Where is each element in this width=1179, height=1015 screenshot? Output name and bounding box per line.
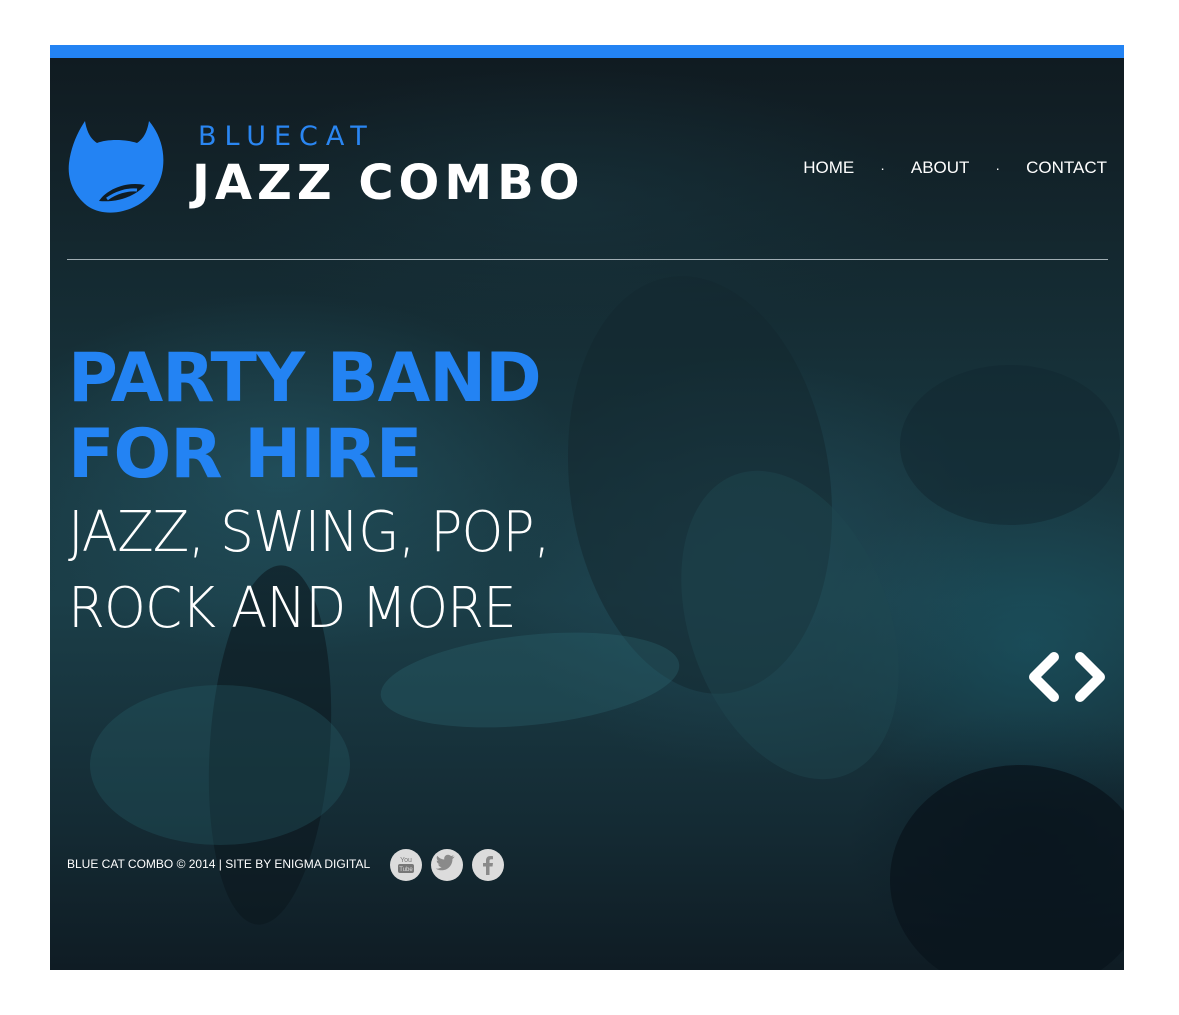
nav-home[interactable]: HOME [803, 158, 854, 178]
nav-separator: · [880, 160, 885, 176]
slider-controls [1024, 649, 1110, 705]
twitter-icon[interactable] [431, 849, 463, 881]
background-painting-shape [90, 685, 350, 845]
cat-head-icon[interactable] [67, 115, 167, 215]
chevron-right-icon[interactable] [1070, 649, 1110, 705]
background-painting-shape [900, 365, 1120, 525]
nav-separator: · [995, 160, 1001, 176]
hero-subheadline-line2: ROCK AND MORE [68, 576, 517, 641]
background-painting-shape [890, 765, 1124, 970]
hero-headline: PARTY BAND FOR HIRE [68, 339, 542, 494]
chevron-left-icon[interactable] [1024, 649, 1064, 705]
brand-name-line1: BLUECAT [198, 121, 375, 152]
hero-subheadline-line1: JAZZ, SWING, POP, [68, 500, 551, 565]
header-divider [67, 259, 1108, 260]
hero-subheadline: JAZZ, SWING, POP, ROCK AND MORE [68, 495, 575, 647]
svg-text:You: You [400, 857, 412, 864]
facebook-icon[interactable] [472, 849, 504, 881]
social-links: You Tube [390, 849, 504, 881]
svg-text:Tube: Tube [399, 867, 413, 873]
brand-name-line2: JAZZ COMBO [192, 155, 585, 211]
main-nav: HOME · ABOUT · CONTACT [803, 158, 1107, 178]
youtube-icon[interactable]: You Tube [390, 849, 422, 881]
hero-section: BLUECAT JAZZ COMBO HOME · ABOUT · CONTAC… [50, 45, 1124, 970]
nav-contact[interactable]: CONTACT [1026, 158, 1107, 178]
hero-headline-line2: FOR HIRE [68, 415, 422, 494]
accent-top-bar [50, 45, 1124, 58]
footer-credit: BLUE CAT COMBO © 2014 | SITE BY ENIGMA D… [67, 857, 371, 871]
hero-headline-line1: PARTY BAND [68, 339, 542, 418]
nav-about[interactable]: ABOUT [911, 158, 970, 178]
